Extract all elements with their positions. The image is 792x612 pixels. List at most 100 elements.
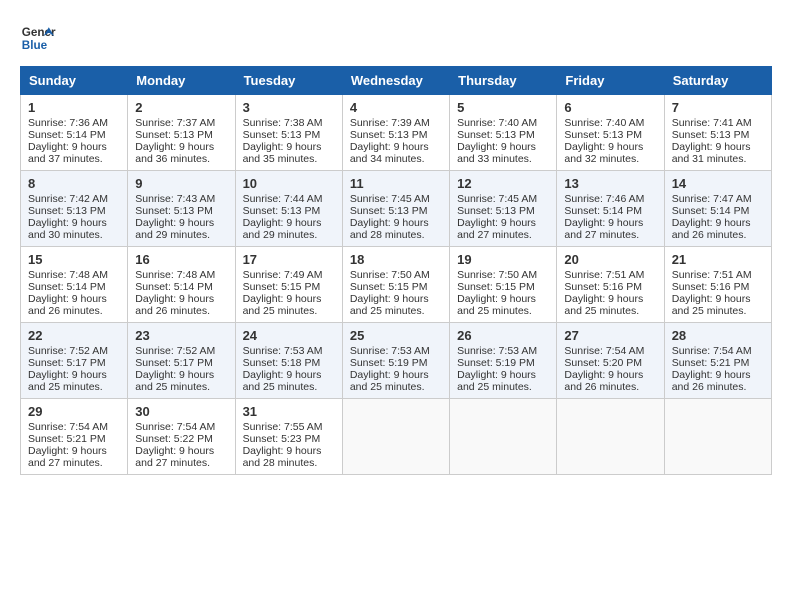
day-number: 21 (672, 252, 764, 267)
sunset-text: Sunset: 5:19 PM (457, 357, 535, 369)
sunset-text: Sunset: 5:13 PM (564, 129, 642, 141)
daylight-text: Daylight: 9 hours and 26 minutes. (564, 369, 643, 393)
sunrise-text: Sunrise: 7:38 AM (243, 117, 323, 129)
sunrise-text: Sunrise: 7:44 AM (243, 193, 323, 205)
sunset-text: Sunset: 5:19 PM (350, 357, 428, 369)
day-number: 24 (243, 328, 335, 343)
table-row: 24 Sunrise: 7:53 AM Sunset: 5:18 PM Dayl… (235, 323, 342, 399)
weekday-header: Monday (128, 67, 235, 95)
day-number: 19 (457, 252, 549, 267)
sunset-text: Sunset: 5:17 PM (28, 357, 106, 369)
table-row: 16 Sunrise: 7:48 AM Sunset: 5:14 PM Dayl… (128, 247, 235, 323)
sunset-text: Sunset: 5:13 PM (457, 129, 535, 141)
day-number: 6 (564, 100, 656, 115)
day-number: 8 (28, 176, 120, 191)
day-number: 3 (243, 100, 335, 115)
day-number: 31 (243, 404, 335, 419)
sunrise-text: Sunrise: 7:52 AM (28, 345, 108, 357)
sunrise-text: Sunrise: 7:49 AM (243, 269, 323, 281)
sunset-text: Sunset: 5:15 PM (457, 281, 535, 293)
sunrise-text: Sunrise: 7:48 AM (28, 269, 108, 281)
sunrise-text: Sunrise: 7:52 AM (135, 345, 215, 357)
sunset-text: Sunset: 5:13 PM (350, 129, 428, 141)
daylight-text: Daylight: 9 hours and 27 minutes. (564, 217, 643, 241)
table-row: 13 Sunrise: 7:46 AM Sunset: 5:14 PM Dayl… (557, 171, 664, 247)
sunset-text: Sunset: 5:13 PM (243, 129, 321, 141)
table-row: 23 Sunrise: 7:52 AM Sunset: 5:17 PM Dayl… (128, 323, 235, 399)
sunrise-text: Sunrise: 7:43 AM (135, 193, 215, 205)
day-number: 2 (135, 100, 227, 115)
daylight-text: Daylight: 9 hours and 25 minutes. (672, 293, 751, 317)
day-number: 18 (350, 252, 442, 267)
sunrise-text: Sunrise: 7:54 AM (28, 421, 108, 433)
sunset-text: Sunset: 5:13 PM (350, 205, 428, 217)
daylight-text: Daylight: 9 hours and 36 minutes. (135, 141, 214, 165)
logo-icon: General Blue (20, 20, 56, 56)
table-row: 28 Sunrise: 7:54 AM Sunset: 5:21 PM Dayl… (664, 323, 771, 399)
sunrise-text: Sunrise: 7:51 AM (672, 269, 752, 281)
table-row (450, 399, 557, 475)
sunrise-text: Sunrise: 7:53 AM (243, 345, 323, 357)
table-row: 1 Sunrise: 7:36 AM Sunset: 5:14 PM Dayli… (21, 95, 128, 171)
table-row: 10 Sunrise: 7:44 AM Sunset: 5:13 PM Dayl… (235, 171, 342, 247)
day-number: 27 (564, 328, 656, 343)
sunset-text: Sunset: 5:13 PM (135, 205, 213, 217)
day-number: 14 (672, 176, 764, 191)
table-row: 20 Sunrise: 7:51 AM Sunset: 5:16 PM Dayl… (557, 247, 664, 323)
day-number: 4 (350, 100, 442, 115)
table-row: 4 Sunrise: 7:39 AM Sunset: 5:13 PM Dayli… (342, 95, 449, 171)
sunrise-text: Sunrise: 7:51 AM (564, 269, 644, 281)
table-row: 2 Sunrise: 7:37 AM Sunset: 5:13 PM Dayli… (128, 95, 235, 171)
table-row: 29 Sunrise: 7:54 AM Sunset: 5:21 PM Dayl… (21, 399, 128, 475)
sunset-text: Sunset: 5:22 PM (135, 433, 213, 445)
day-number: 15 (28, 252, 120, 267)
daylight-text: Daylight: 9 hours and 26 minutes. (135, 293, 214, 317)
weekday-header: Sunday (21, 67, 128, 95)
table-row: 26 Sunrise: 7:53 AM Sunset: 5:19 PM Dayl… (450, 323, 557, 399)
daylight-text: Daylight: 9 hours and 29 minutes. (243, 217, 322, 241)
sunset-text: Sunset: 5:13 PM (457, 205, 535, 217)
day-number: 30 (135, 404, 227, 419)
sunset-text: Sunset: 5:14 PM (672, 205, 750, 217)
logo: General Blue (20, 20, 56, 56)
table-row: 22 Sunrise: 7:52 AM Sunset: 5:17 PM Dayl… (21, 323, 128, 399)
sunrise-text: Sunrise: 7:40 AM (457, 117, 537, 129)
sunset-text: Sunset: 5:17 PM (135, 357, 213, 369)
sunset-text: Sunset: 5:14 PM (564, 205, 642, 217)
weekday-header: Thursday (450, 67, 557, 95)
sunrise-text: Sunrise: 7:55 AM (243, 421, 323, 433)
sunset-text: Sunset: 5:21 PM (28, 433, 106, 445)
daylight-text: Daylight: 9 hours and 25 minutes. (350, 369, 429, 393)
sunset-text: Sunset: 5:15 PM (350, 281, 428, 293)
sunrise-text: Sunrise: 7:48 AM (135, 269, 215, 281)
sunset-text: Sunset: 5:15 PM (243, 281, 321, 293)
daylight-text: Daylight: 9 hours and 25 minutes. (350, 293, 429, 317)
daylight-text: Daylight: 9 hours and 28 minutes. (350, 217, 429, 241)
day-number: 17 (243, 252, 335, 267)
table-row: 6 Sunrise: 7:40 AM Sunset: 5:13 PM Dayli… (557, 95, 664, 171)
sunrise-text: Sunrise: 7:54 AM (672, 345, 752, 357)
table-row: 19 Sunrise: 7:50 AM Sunset: 5:15 PM Dayl… (450, 247, 557, 323)
sunrise-text: Sunrise: 7:45 AM (350, 193, 430, 205)
daylight-text: Daylight: 9 hours and 27 minutes. (28, 445, 107, 469)
daylight-text: Daylight: 9 hours and 32 minutes. (564, 141, 643, 165)
sunset-text: Sunset: 5:18 PM (243, 357, 321, 369)
day-number: 28 (672, 328, 764, 343)
sunrise-text: Sunrise: 7:53 AM (457, 345, 537, 357)
sunset-text: Sunset: 5:13 PM (243, 205, 321, 217)
table-row: 18 Sunrise: 7:50 AM Sunset: 5:15 PM Dayl… (342, 247, 449, 323)
table-row: 12 Sunrise: 7:45 AM Sunset: 5:13 PM Dayl… (450, 171, 557, 247)
daylight-text: Daylight: 9 hours and 25 minutes. (457, 369, 536, 393)
sunrise-text: Sunrise: 7:45 AM (457, 193, 537, 205)
sunset-text: Sunset: 5:16 PM (564, 281, 642, 293)
day-number: 7 (672, 100, 764, 115)
daylight-text: Daylight: 9 hours and 26 minutes. (672, 217, 751, 241)
sunset-text: Sunset: 5:23 PM (243, 433, 321, 445)
svg-text:Blue: Blue (22, 39, 48, 52)
day-number: 23 (135, 328, 227, 343)
sunrise-text: Sunrise: 7:39 AM (350, 117, 430, 129)
sunset-text: Sunset: 5:13 PM (28, 205, 106, 217)
sunrise-text: Sunrise: 7:40 AM (564, 117, 644, 129)
table-row: 9 Sunrise: 7:43 AM Sunset: 5:13 PM Dayli… (128, 171, 235, 247)
daylight-text: Daylight: 9 hours and 25 minutes. (135, 369, 214, 393)
